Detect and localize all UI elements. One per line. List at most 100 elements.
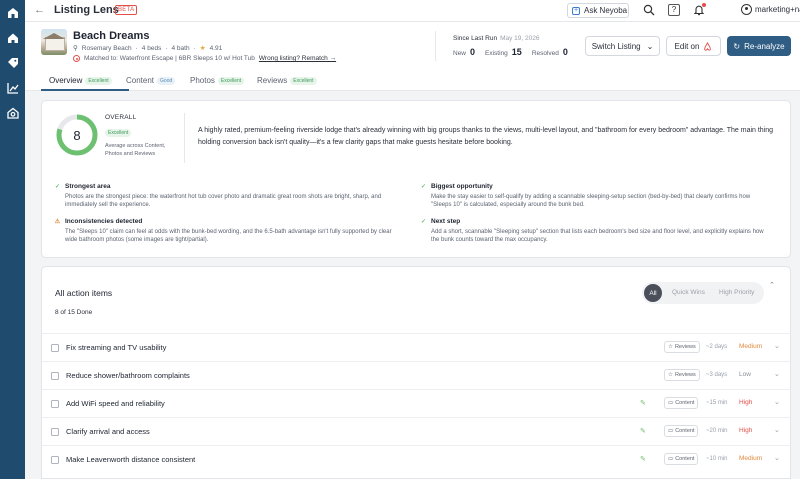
warning-icon: ⚠ [54, 219, 61, 225]
tab-content[interactable]: Content Good [126, 76, 176, 85]
help-icon[interactable]: ? [668, 4, 680, 16]
back-arrow-icon[interactable]: ← [34, 4, 45, 16]
edit-pencil-icon[interactable]: ✎ [640, 399, 646, 407]
action-item-row[interactable]: Clarify arrival and access ✎ ▭ Content ~2… [42, 417, 792, 445]
tag-icon[interactable] [5, 55, 20, 70]
source-label: Content [675, 428, 695, 434]
action-item-row[interactable]: Fix streaming and TV usability ☆ Reviews … [42, 333, 792, 361]
tab-badge: Good [157, 76, 176, 85]
chevron-down-icon[interactable]: ⌄ [774, 454, 780, 462]
meta-separator: · [193, 44, 196, 52]
source-label: Content [675, 456, 695, 462]
action-checkbox[interactable] [51, 400, 59, 408]
run-counts: New 0 Existing 15 Resolved 0 [453, 47, 568, 57]
action-items-progress: 8 of 15 Done [55, 309, 93, 316]
tab-label: Photos [190, 76, 215, 85]
chevron-down-icon: ⌄ [646, 41, 654, 51]
tab-reviews[interactable]: Reviews Excellent [257, 76, 317, 85]
edit-pencil-icon[interactable]: ✎ [640, 455, 646, 463]
action-item-row[interactable]: Add WiFi speed and reliability ✎ ▭ Conten… [42, 389, 792, 417]
action-checkbox[interactable] [51, 344, 59, 352]
re-analyze-label: Re-analyze [744, 41, 785, 51]
nav-rail [0, 0, 25, 479]
tab-badge: Excellent [217, 76, 245, 85]
existing-count: 15 [511, 47, 522, 57]
re-analyze-button[interactable]: ↻ Re-analyze [727, 36, 791, 56]
listing-lens-icon[interactable] [5, 105, 20, 120]
source-badge: ▭ Content [664, 397, 699, 409]
switch-listing-label: Switch Listing [591, 41, 641, 51]
home-icon[interactable] [5, 30, 20, 45]
insight-body: Make the stay easier to self-qualify by … [431, 194, 751, 208]
bell-icon[interactable] [693, 3, 706, 16]
overall-score: 8 [73, 127, 81, 143]
content-icon: ▭ [668, 428, 674, 434]
filter-high-priority[interactable]: High Priority [719, 289, 754, 296]
content-icon: ▭ [668, 400, 674, 406]
insight-title: Inconsistencies detected [65, 218, 143, 225]
action-checkbox[interactable] [51, 428, 59, 436]
action-eta: ~15 min [706, 400, 728, 406]
tab-label: Overview [49, 76, 83, 85]
edit-on-label: Edit on [674, 41, 700, 51]
airbnb-icon [73, 55, 80, 62]
source-badge: ☆ Reviews [664, 341, 700, 353]
search-icon[interactable] [643, 4, 655, 16]
insight-strongest-area: ✓ Strongest area Photos are the strongest… [54, 183, 399, 209]
switch-listing-button[interactable]: Switch Listing ⌄ [585, 36, 660, 56]
action-title: Add WiFi speed and reliability [66, 399, 165, 408]
ask-neyoba-button[interactable]: + Ask Neyoba [567, 3, 629, 18]
tab-label: Reviews [257, 76, 288, 85]
insight-body: The "Sleeps 10" claim can feel at odds w… [65, 229, 392, 243]
rematch-link[interactable]: Wrong listing? Rematch → [259, 55, 336, 62]
source-label: Reviews [674, 372, 696, 378]
star-outline-icon: ☆ [668, 372, 673, 378]
overall-badge: Excellent [105, 127, 132, 137]
filter-all[interactable]: All [644, 284, 662, 302]
analytics-icon[interactable] [5, 80, 20, 95]
action-items-title: All action items [55, 288, 113, 298]
action-eta: ~2 days [706, 344, 728, 350]
edit-pencil-icon[interactable]: ✎ [640, 427, 646, 435]
star-outline-icon: ☆ [668, 344, 673, 350]
tab-overview[interactable]: Overview Excellent [49, 76, 112, 85]
overview-divider [184, 113, 185, 163]
chevron-down-icon[interactable]: ⌄ [774, 342, 780, 350]
meta-separator: · [165, 44, 168, 52]
new-label: New [453, 50, 467, 57]
filter-quick-wins[interactable]: Quick Wins [672, 289, 705, 296]
since-date: May 19, 2026 [500, 35, 540, 42]
chevron-down-icon[interactable]: ⌄ [774, 426, 780, 434]
insight-body: Photos are the strongest piece: the wate… [65, 194, 382, 208]
edit-on-airbnb-button[interactable]: Edit on [666, 36, 721, 56]
source-label: Content [675, 400, 695, 406]
action-priority: High [739, 427, 753, 434]
chevron-down-icon[interactable]: ⌄ [774, 370, 780, 378]
action-eta: ~10 min [706, 456, 728, 462]
chevron-up-icon[interactable]: ⌃ [769, 281, 775, 289]
app-logo-icon[interactable] [5, 5, 20, 20]
section-tabs: Overview Excellent Content Good Photos E… [25, 70, 800, 91]
property-location: Rosemary Beach [81, 44, 132, 52]
top-bar: ← Listing Lens BETA + Ask Neyoba ? marke… [25, 0, 800, 22]
action-item-row[interactable]: Make Leavenworth distance consistent ✎ ▭… [42, 445, 792, 473]
action-checkbox[interactable] [51, 372, 59, 380]
overview-card: 8 OVERALL Excellent Average across Conte… [41, 100, 791, 258]
insight-biggest-opportunity: ✓ Biggest opportunity Make the stay easie… [420, 183, 765, 209]
notification-dot [702, 3, 706, 7]
tab-photos[interactable]: Photos Excellent [190, 76, 245, 85]
matched-text: Matched to: Waterfront Escape | 6BR Slee… [84, 55, 255, 62]
action-checkbox[interactable] [51, 456, 59, 464]
insight-title: Strongest area [65, 183, 111, 190]
property-rating: 4.91 [209, 44, 223, 52]
action-item-row[interactable]: Reduce shower/bathroom complaints ☆ Revie… [42, 361, 792, 389]
account-menu[interactable]: marketing+nasa... [741, 4, 800, 15]
overall-label: OVERALL [105, 114, 137, 121]
insight-next-step: ✓ Next step Add a short, scannable "Sleep… [420, 218, 765, 244]
chevron-down-icon[interactable]: ⌄ [774, 398, 780, 406]
source-badge: ▭ Content [664, 425, 699, 437]
location-pin-icon: ⚲ [73, 45, 78, 52]
action-title: Clarify arrival and access [66, 427, 150, 436]
ask-neyoba-label: Ask Neyoba [584, 6, 628, 15]
source-label: Reviews [674, 344, 696, 350]
